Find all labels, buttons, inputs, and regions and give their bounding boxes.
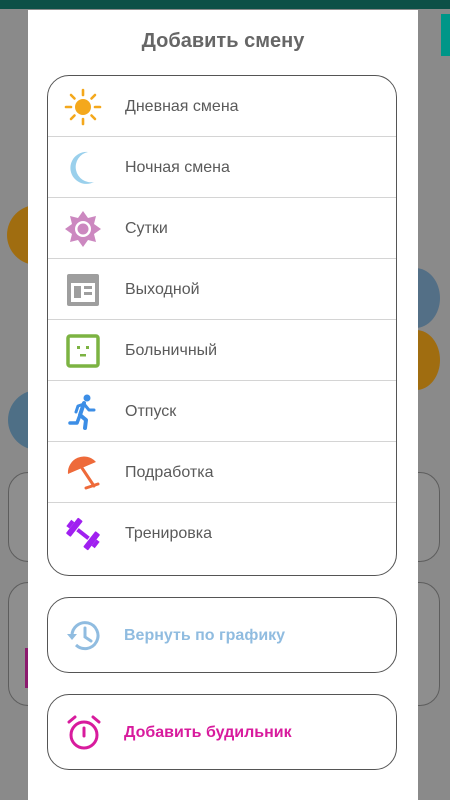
- sun-icon: [64, 88, 102, 126]
- shift-item-training[interactable]: Тренировка: [48, 503, 396, 564]
- shift-item-day[interactable]: Дневная смена: [48, 76, 396, 137]
- sick-face-icon: [64, 332, 102, 370]
- history-icon: [65, 617, 103, 655]
- shift-item-label: Отпуск: [125, 403, 177, 420]
- shift-item-night[interactable]: Ночная смена: [48, 137, 396, 198]
- shift-item-label: Тренировка: [125, 525, 212, 542]
- shift-item-label: Сутки: [125, 220, 168, 237]
- shift-item-day-off[interactable]: Выходной: [48, 259, 396, 320]
- shift-item-24h[interactable]: Сутки: [48, 198, 396, 259]
- running-person-icon: [64, 393, 102, 431]
- shift-item-vacation[interactable]: Отпуск: [48, 381, 396, 442]
- shift-item-label: Подработка: [125, 464, 214, 481]
- background-side-tab: [441, 14, 450, 56]
- shift-type-list: Дневная смена Ночная смена Сутки Выходно…: [47, 75, 397, 576]
- shift-item-label: Больничный: [125, 342, 218, 359]
- moon-icon: [64, 149, 102, 187]
- weekend-calendar-icon: [64, 271, 102, 309]
- shift-item-side-job[interactable]: Подработка: [48, 442, 396, 503]
- gear-sun-icon: [64, 210, 102, 248]
- dialog-title: Добавить смену: [141, 30, 305, 52]
- restore-schedule-label: Вернуть по графику: [124, 627, 286, 644]
- dumbbell-icon: [64, 515, 102, 553]
- add-alarm-label: Добавить будильник: [124, 724, 292, 741]
- alarm-clock-icon: [65, 714, 103, 752]
- shift-item-label: Дневная смена: [125, 98, 239, 115]
- restore-schedule-button[interactable]: Вернуть по графику: [47, 597, 397, 673]
- beach-umbrella-icon: [64, 454, 102, 492]
- shift-item-label: Выходной: [125, 281, 200, 298]
- shift-item-label: Ночная смена: [125, 159, 230, 176]
- shift-item-sick[interactable]: Больничный: [48, 320, 396, 381]
- add-shift-dialog: Добавить смену Дневная смена Ночная смен…: [28, 10, 418, 800]
- background-status-bar: [0, 0, 450, 9]
- add-alarm-button[interactable]: Добавить будильник: [47, 694, 397, 770]
